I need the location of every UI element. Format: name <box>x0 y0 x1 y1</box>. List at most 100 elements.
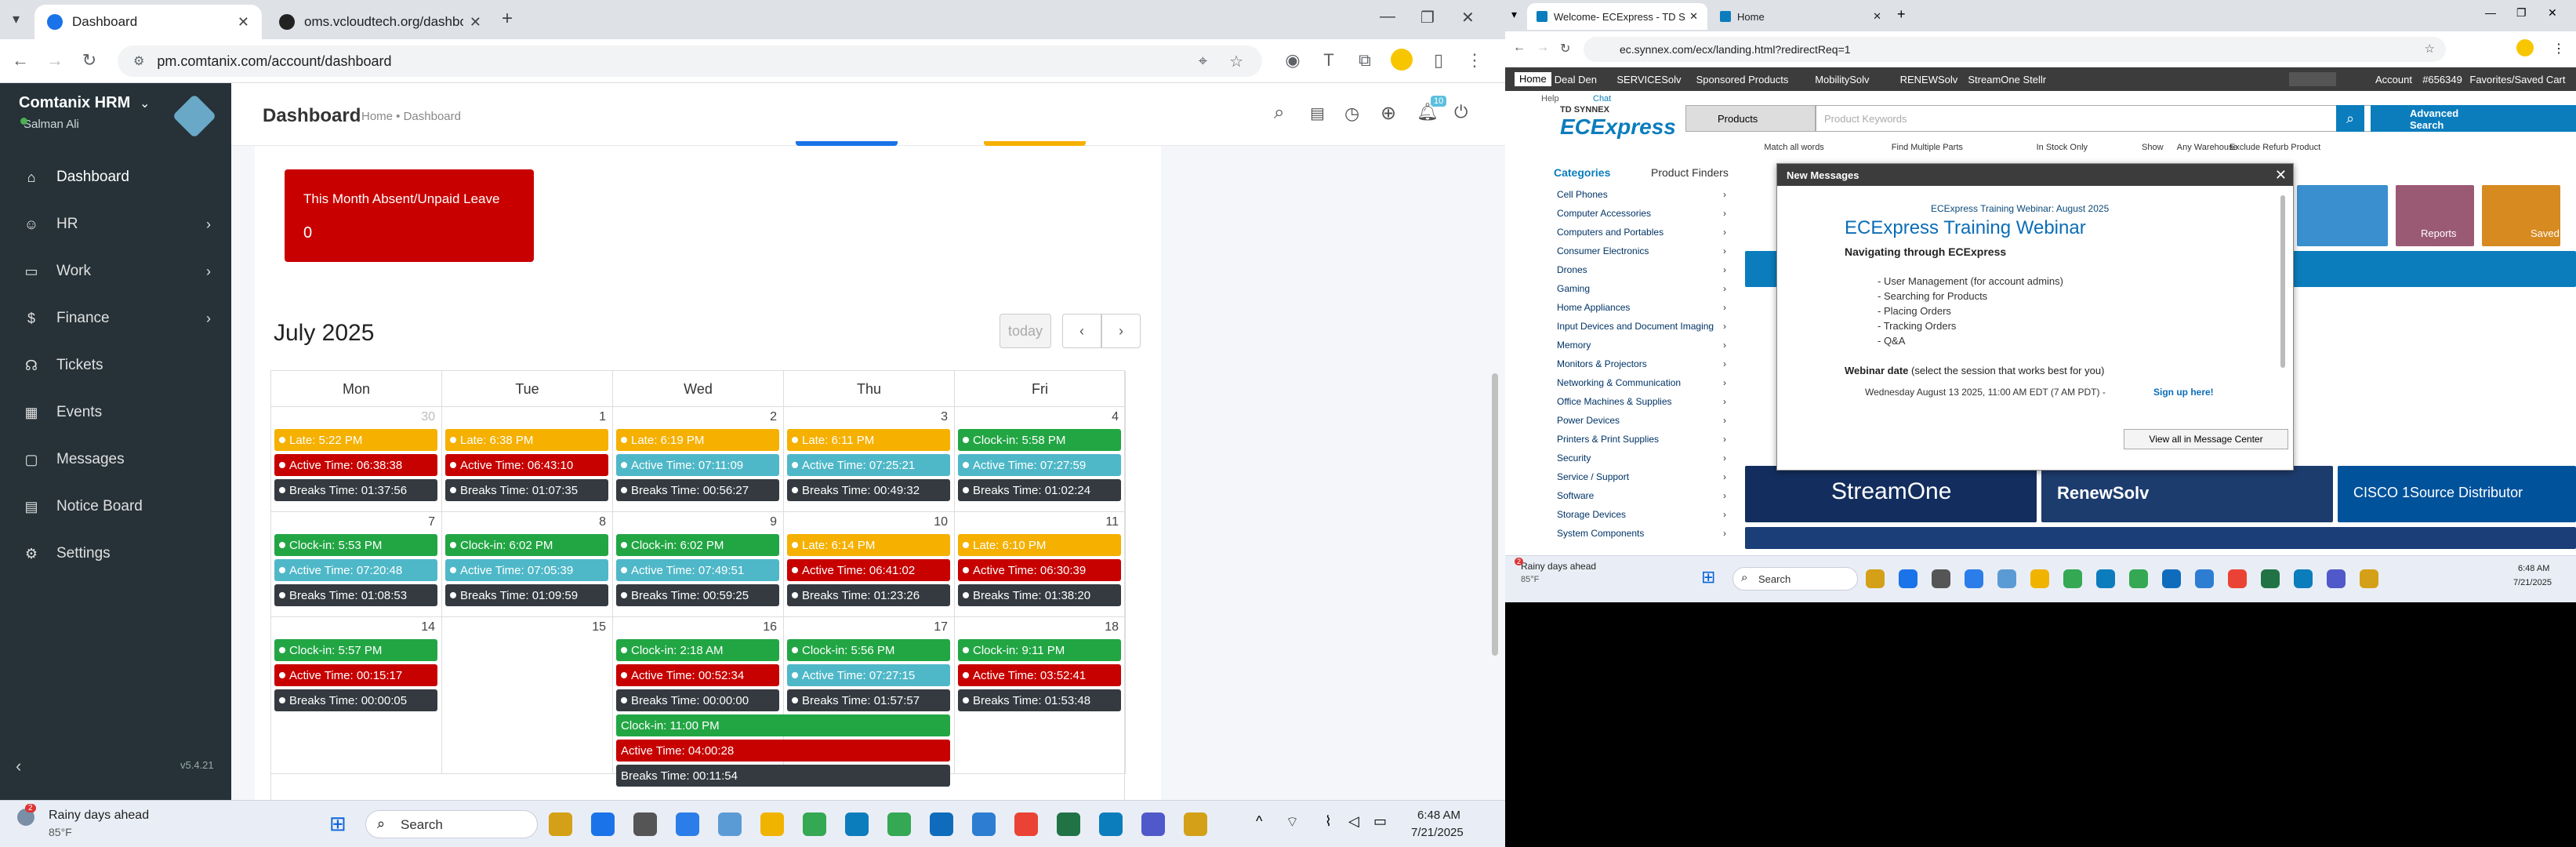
blue-tile[interactable] <box>2297 185 2388 246</box>
calendar-event[interactable]: Breaks Time: 01:23:26 <box>787 584 950 606</box>
category-item[interactable]: System Components <box>1554 524 1731 543</box>
calculator-icon[interactable] <box>718 812 742 836</box>
help-link[interactable]: Help <box>1541 94 1559 104</box>
network-icon[interactable]: ⌔ <box>1286 813 1299 831</box>
sidebar-item-hr[interactable]: ☺ HR › <box>0 201 231 248</box>
tab-dashboard[interactable]: Dashboard ✕ <box>34 5 262 39</box>
category-item[interactable]: Consumer Electronics <box>1554 242 1731 260</box>
url-input[interactable]: ⚙ pm.comtanix.com/account/dashboard ⌖ ☆ <box>118 45 1262 77</box>
category-item[interactable]: Memory <box>1554 336 1731 354</box>
calendar-event[interactable]: Active Time: 06:30:39 <box>958 559 1121 581</box>
copilot-icon[interactable] <box>549 812 572 836</box>
teams-icon[interactable] <box>1141 812 1165 836</box>
tab-search-icon[interactable]: ▾ <box>1511 8 1517 21</box>
zoom-icon[interactable] <box>2195 569 2214 588</box>
weather-text[interactable]: Rainy days ahead <box>49 809 149 823</box>
nav-renewsolv[interactable]: RENEWSolv <box>1900 74 1958 85</box>
calendar-event[interactable]: Active Time: 07:20:48 <box>274 559 437 581</box>
tab-ecexpress[interactable]: Welcome- ECExpress - TD SYN✕ <box>1527 3 1707 30</box>
prev-month-button[interactable]: ‹ <box>1062 314 1101 348</box>
battery-icon[interactable]: ▭ <box>1373 813 1387 830</box>
calendar-event[interactable]: Breaks Time: 01:37:56 <box>274 479 437 501</box>
sidebar-item-dashboard[interactable]: ⌂ Dashboard <box>0 154 231 201</box>
folder-icon[interactable] <box>760 812 784 836</box>
outlook-icon[interactable] <box>2129 569 2148 588</box>
sticky-app-icon[interactable] <box>2360 569 2378 588</box>
calendar-day-cell[interactable]: 15 <box>442 617 613 774</box>
new-tab-icon[interactable]: + <box>502 8 513 30</box>
edge-icon[interactable] <box>1965 569 1983 588</box>
minimize-icon[interactable]: — <box>1380 8 1395 26</box>
modal-scrollbar[interactable] <box>2280 195 2285 368</box>
category-item[interactable]: Software <box>1554 486 1731 505</box>
menu-kebab-icon[interactable]: ⋮ <box>2552 41 2565 56</box>
calendar-event[interactable]: Breaks Time: 00:49:32 <box>787 479 950 501</box>
search-option[interactable]: Match all words <box>1764 143 1823 152</box>
profile-avatar[interactable] <box>1391 49 1413 71</box>
calendar-event[interactable]: Breaks Time: 01:38:20 <box>958 584 1121 606</box>
calendar-event[interactable]: Active Time: 03:52:41 <box>958 664 1121 686</box>
category-item[interactable]: Cell Phones <box>1554 185 1731 204</box>
windows-start-icon[interactable]: ⊞ <box>329 812 346 836</box>
next-month-button[interactable]: › <box>1101 314 1141 348</box>
calendar-event[interactable]: Active Time: 06:41:02 <box>787 559 950 581</box>
day-number[interactable]: 7 <box>428 515 435 529</box>
category-item[interactable]: Power Devices <box>1554 411 1731 430</box>
category-item[interactable]: Office Machines & Supplies <box>1554 392 1731 411</box>
day-number[interactable]: 18 <box>1105 620 1119 634</box>
calendar-day-cell[interactable]: 10 Late: 6:14 PM Active Time: 06:41:02 Brea… <box>784 512 955 617</box>
close-icon[interactable]: ✕ <box>1873 10 1881 23</box>
search-option[interactable]: Any Warehouse <box>2177 143 2238 152</box>
multi-day-event[interactable]: Breaks Time: 00:11:54 <box>616 765 950 787</box>
calendar-day-cell[interactable]: 30 Late: 5:22 PM Active Time: 06:38:38 Brea… <box>271 407 442 512</box>
paint-icon[interactable] <box>1099 812 1123 836</box>
tab-categories[interactable]: Categories <box>1554 166 1610 179</box>
day-number[interactable]: 15 <box>592 620 606 634</box>
search-option[interactable]: Find Multiple Parts <box>1892 143 1963 152</box>
weather-text[interactable]: Rainy days ahead <box>1521 561 1596 572</box>
power-icon[interactable]: ⏻ <box>1454 102 1468 122</box>
new-tab-icon[interactable]: + <box>1897 6 1906 23</box>
taskbar-search[interactable]: ⌕ Search <box>1732 567 1858 591</box>
calendar-event[interactable]: Clock-in: 5:53 PM <box>274 534 437 556</box>
renewsolv-banner[interactable]: RenewSolv <box>2041 466 2333 522</box>
product-dropdown[interactable]: Products <box>1685 105 1816 132</box>
sticky-app-icon[interactable] <box>1184 812 1207 836</box>
back-icon[interactable]: ← <box>9 50 31 71</box>
star-icon[interactable]: ☆ <box>2425 42 2435 56</box>
edge-icon[interactable] <box>676 812 699 836</box>
calendar-event[interactable]: Clock-in: 6:02 PM <box>445 534 608 556</box>
nav-mobilitysolv[interactable]: MobilitySolv <box>1815 74 1869 85</box>
calendar-event[interactable]: Breaks Time: 01:53:48 <box>958 689 1121 711</box>
nav-deal-den[interactable]: Deal Den <box>1555 74 1597 85</box>
day-number[interactable]: 16 <box>763 620 777 634</box>
reports-tile[interactable]: Reports <box>2396 185 2474 246</box>
calendar-day-cell[interactable]: 11 Late: 6:10 PM Active Time: 06:30:39 Brea… <box>955 512 1126 617</box>
category-item[interactable]: Computer Accessories <box>1554 204 1731 223</box>
category-item[interactable]: Home Appliances <box>1554 298 1731 317</box>
clock-time[interactable]: 6:48 AM <box>2518 564 2549 573</box>
today-button[interactable]: today <box>1000 314 1051 348</box>
nav-right-item[interactable]: Account <box>2375 74 2412 85</box>
day-number[interactable]: 4 <box>1112 410 1119 424</box>
task-view-icon[interactable] <box>1932 569 1950 588</box>
calendar-day-cell[interactable]: 8 Clock-in: 6:02 PM Active Time: 07:05:39 B… <box>442 512 613 617</box>
breadcrumb[interactable]: Home • Dashboard <box>361 110 461 123</box>
edge-browser-icon[interactable] <box>845 812 869 836</box>
calendar-event[interactable]: Breaks Time: 00:00:00 <box>616 689 779 711</box>
cisco-banner[interactable]: CISCO 1Source Distributor <box>2338 466 2576 522</box>
calendar-event[interactable]: Active Time: 07:11:09 <box>616 454 779 476</box>
copilot-icon[interactable] <box>1866 569 1885 588</box>
chrome-icon[interactable] <box>803 812 826 836</box>
category-item[interactable]: Storage Devices <box>1554 505 1731 524</box>
day-number[interactable]: 1 <box>599 410 606 424</box>
sidebar-item-tickets[interactable]: ☊ Tickets <box>0 342 231 389</box>
search-option[interactable]: Exclude Refurb Product <box>2230 143 2320 152</box>
forward-icon[interactable]: → <box>44 50 66 71</box>
calendar-event[interactable]: Clock-in: 6:02 PM <box>616 534 779 556</box>
volume-icon[interactable]: ◁ <box>1348 813 1359 830</box>
nav-streamone-stellr[interactable]: StreamOne Stellr <box>1968 74 2046 85</box>
close-icon[interactable]: ✕ <box>238 14 249 31</box>
sidebar-item-messages[interactable]: ▢ Messages <box>0 436 231 483</box>
calendar-event[interactable]: Active Time: 07:27:59 <box>958 454 1121 476</box>
